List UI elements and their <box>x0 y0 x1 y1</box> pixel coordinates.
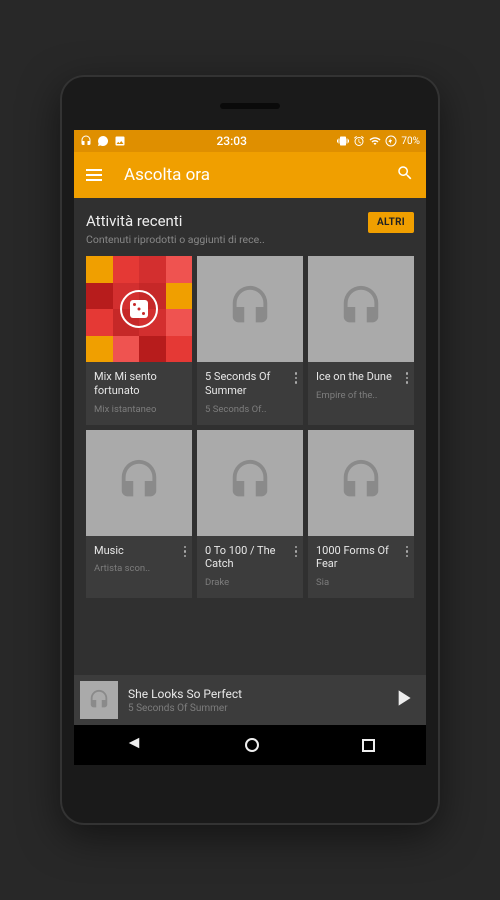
phone-frame: 23:03 70% Ascolta ora Attività r <box>60 75 440 825</box>
album-card[interactable]: Mix Mi sento fortunato Mix istantaneo <box>86 256 192 425</box>
album-title: 1000 Forms Of Fear <box>316 544 408 572</box>
headphone-icon <box>338 458 384 508</box>
headphone-status-icon <box>80 135 92 147</box>
image-status-icon <box>114 135 126 147</box>
headphone-icon <box>227 458 273 508</box>
album-title: Ice on the Dune <box>316 370 408 384</box>
card-overflow-button[interactable] <box>293 544 300 560</box>
nav-back-button[interactable] <box>125 734 143 756</box>
album-art <box>308 430 414 536</box>
status-bar: 23:03 70% <box>74 130 426 152</box>
album-card[interactable]: 5 Seconds Of Summer 5 Seconds Of.. <box>197 256 303 425</box>
menu-button[interactable] <box>86 169 102 181</box>
section-subtitle: Contenuti riprodotti o aggiunti di rece.… <box>86 233 368 246</box>
earpiece <box>220 103 280 109</box>
card-overflow-button[interactable] <box>182 544 189 560</box>
alarm-icon <box>353 135 365 147</box>
more-button[interactable]: ALTRI <box>368 212 414 233</box>
album-art <box>308 256 414 362</box>
section-title: Attività recenti <box>86 212 368 230</box>
content-area: Attività recenti Contenuti riprodotti o … <box>74 198 426 675</box>
album-card[interactable]: Ice on the Dune Empire of the.. <box>308 256 414 425</box>
album-subtitle: Mix istantaneo <box>94 404 186 415</box>
headphone-icon <box>338 284 384 334</box>
search-button[interactable] <box>396 164 414 186</box>
card-overflow-button[interactable] <box>293 370 300 386</box>
wifi-icon <box>369 135 381 147</box>
headphone-icon <box>227 284 273 334</box>
album-title: Mix Mi sento fortunato <box>94 370 186 398</box>
card-overflow-button[interactable] <box>404 544 411 560</box>
album-title: Music <box>94 544 186 558</box>
system-nav-bar <box>74 725 426 765</box>
album-art <box>86 256 192 362</box>
battery-percent: 70% <box>401 136 420 147</box>
play-button[interactable] <box>390 685 416 715</box>
screen: 23:03 70% Ascolta ora Attività r <box>74 130 426 765</box>
status-time: 23:03 <box>126 134 337 148</box>
album-subtitle: Empire of the.. <box>316 390 408 401</box>
album-subtitle: Sia <box>316 577 408 588</box>
album-subtitle: 5 Seconds Of.. <box>205 404 297 415</box>
album-subtitle: Artista scon.. <box>94 563 186 574</box>
app-title: Ascolta ora <box>124 165 396 185</box>
card-overflow-button[interactable] <box>404 370 411 386</box>
status-left <box>80 135 126 147</box>
now-playing-title: She Looks So Perfect <box>128 687 380 701</box>
dice-icon <box>120 290 158 328</box>
album-title: 5 Seconds Of Summer <box>205 370 297 398</box>
nav-recent-button[interactable] <box>362 739 375 752</box>
album-card[interactable]: 1000 Forms Of Fear Sia <box>308 430 414 599</box>
now-playing-artist: 5 Seconds Of Summer <box>128 703 380 714</box>
album-subtitle: Drake <box>205 577 297 588</box>
album-title: 0 To 100 / The Catch <box>205 544 297 572</box>
album-card[interactable]: 0 To 100 / The Catch Drake <box>197 430 303 599</box>
headphone-icon <box>116 458 162 508</box>
bolt-icon <box>385 135 397 147</box>
album-grid: Mix Mi sento fortunato Mix istantaneo 5 Se… <box>86 256 414 598</box>
album-art <box>197 430 303 536</box>
album-card[interactable]: Music Artista scon.. <box>86 430 192 599</box>
now-playing-art <box>80 681 118 719</box>
vibrate-icon <box>337 135 349 147</box>
now-playing-bar[interactable]: She Looks So Perfect 5 Seconds Of Summer <box>74 675 426 725</box>
status-right: 70% <box>337 135 420 147</box>
chat-status-icon <box>97 135 109 147</box>
nav-home-button[interactable] <box>245 738 259 752</box>
album-art <box>86 430 192 536</box>
section-header: Attività recenti Contenuti riprodotti o … <box>86 212 414 246</box>
album-art <box>197 256 303 362</box>
app-bar: Ascolta ora <box>74 152 426 198</box>
